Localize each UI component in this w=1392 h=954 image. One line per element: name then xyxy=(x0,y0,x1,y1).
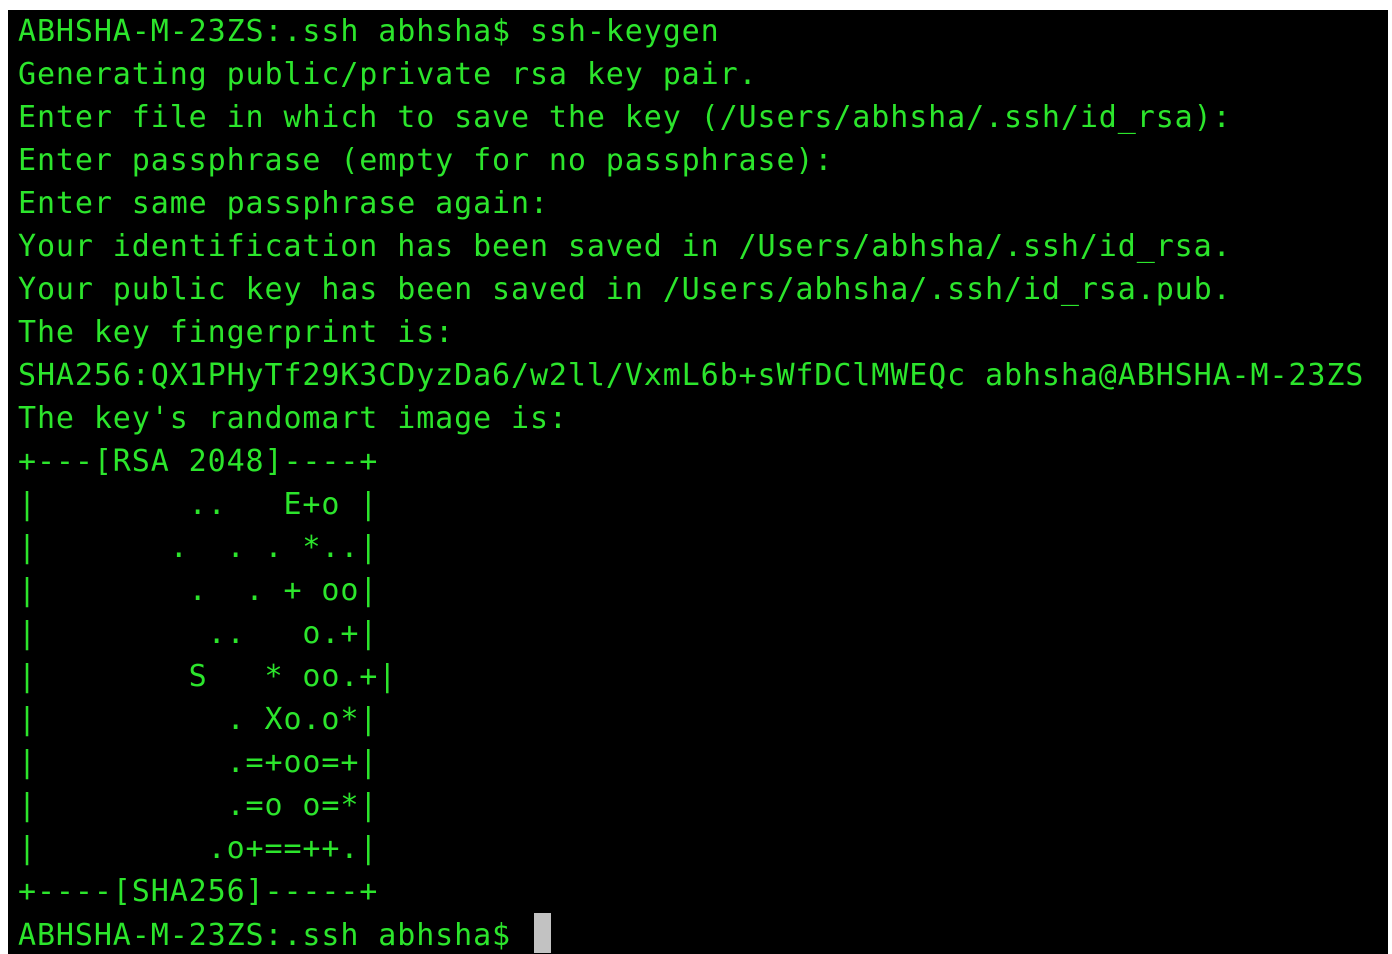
randomart-row: | .=o o=*| xyxy=(18,788,379,823)
shell-prompt: ABHSHA-M-23ZS:.ssh abhsha$ xyxy=(18,918,530,953)
randomart-header: +---[RSA 2048]----+ xyxy=(18,444,379,479)
terminal-window[interactable]: ABHSHA-M-23ZS:.ssh abhsha$ ssh-keygen Ge… xyxy=(8,10,1388,954)
output-line-fingerprint-label: The key fingerprint is: xyxy=(18,315,455,350)
randomart-row: | . . . *..| xyxy=(18,530,379,565)
randomart-row: | .. o.+| xyxy=(18,616,379,651)
terminal-output: ABHSHA-M-23ZS:.ssh abhsha$ ssh-keygen Ge… xyxy=(18,10,1364,954)
output-line-identification-saved: Your identification has been saved in /U… xyxy=(18,229,1232,264)
output-line-randomart-label: The key's randomart image is: xyxy=(18,401,568,436)
randomart-footer: +----[SHA256]-----+ xyxy=(18,874,379,909)
output-line-generating: Generating public/private rsa key pair. xyxy=(18,57,758,92)
randomart-row: | .o+==++.| xyxy=(18,831,379,866)
output-line-file-prompt: Enter file in which to save the key (/Us… xyxy=(18,100,1232,135)
text-cursor xyxy=(533,913,551,953)
output-line-passphrase-prompt: Enter passphrase (empty for no passphras… xyxy=(18,143,834,178)
randomart-row: | .. E+o | xyxy=(18,487,379,522)
randomart-row: | . Xo.o*| xyxy=(18,702,379,737)
output-line-fingerprint-value: SHA256:QX1PHyTf29K3CDyzDa6/w2ll/VxmL6b+s… xyxy=(18,358,1365,393)
randomart-row: | S * oo.+| xyxy=(18,659,398,694)
output-line-command: ABHSHA-M-23ZS:.ssh abhsha$ ssh-keygen xyxy=(18,14,720,49)
output-line-public-key-saved: Your public key has been saved in /Users… xyxy=(18,272,1232,307)
randomart-row: | .=+oo=+| xyxy=(18,745,379,780)
randomart-row: | . . + oo| xyxy=(18,573,379,608)
output-line-passphrase-again: Enter same passphrase again: xyxy=(18,186,549,221)
prompt-line[interactable]: ABHSHA-M-23ZS:.ssh abhsha$ xyxy=(18,913,1364,954)
